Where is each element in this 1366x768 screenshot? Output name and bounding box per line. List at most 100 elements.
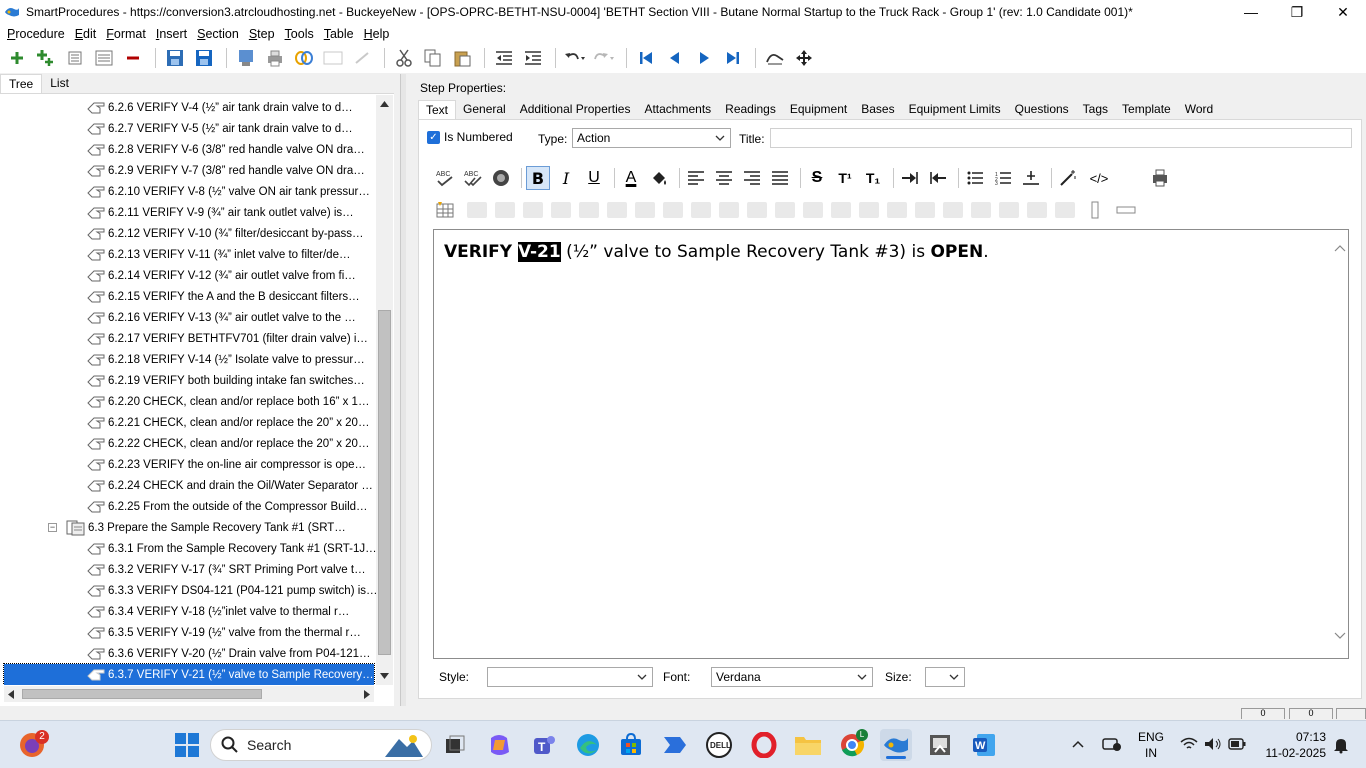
tab-attachments[interactable]: Attachments xyxy=(637,100,718,120)
tab-tags[interactable]: Tags xyxy=(1076,100,1115,120)
language-indicator[interactable]: ENG IN xyxy=(1134,729,1168,761)
tree-item[interactable]: 6.2.13 VERIFY V-11 (¾” inlet valve to fi… xyxy=(86,244,376,265)
save-icon[interactable] xyxy=(191,45,217,71)
tree-item[interactable]: 6.3.3 VERIFY DS04-121 (P04-121 pump swit… xyxy=(86,580,376,601)
horizontal-rule-icon[interactable] xyxy=(1019,166,1043,190)
menu-format[interactable]: Format xyxy=(101,27,151,41)
indent-icon[interactable] xyxy=(520,45,546,71)
minimize-button[interactable]: — xyxy=(1228,0,1274,24)
copilot-icon[interactable] xyxy=(484,729,516,761)
paste-icon[interactable] xyxy=(449,45,475,71)
type-select[interactable]: Action xyxy=(572,128,731,148)
dell-icon[interactable]: DELL xyxy=(703,729,735,761)
is-numbered-checkbox[interactable]: ✓ Is Numbered xyxy=(427,130,513,144)
scrollbar-thumb[interactable] xyxy=(378,310,391,655)
menu-tools[interactable]: Tools xyxy=(280,27,319,41)
smartprocedures-taskbar-icon[interactable] xyxy=(880,729,912,761)
tree-item[interactable]: 6.3.4 VERIFY V-18 (½”inlet valve to ther… xyxy=(86,601,376,622)
tree-item[interactable]: 6.2.25 From the outside of the Compresso… xyxy=(86,496,376,517)
editor-scrollbar[interactable] xyxy=(1334,240,1346,646)
numbered-list-icon[interactable]: 123 xyxy=(991,166,1015,190)
publish-icon[interactable] xyxy=(233,45,259,71)
tab-list[interactable]: List xyxy=(42,74,77,93)
tree-item[interactable]: 6.2.21 CHECK, clean and/or replace the 2… xyxy=(86,412,376,433)
tree-horizontal-scrollbar[interactable] xyxy=(4,686,374,702)
tree-item[interactable]: 6.2.22 CHECK, clean and/or replace the 2… xyxy=(86,433,376,454)
battery-icon[interactable] xyxy=(1228,738,1246,750)
menu-procedure[interactable]: Procedure xyxy=(2,27,70,41)
align-right-icon[interactable] xyxy=(740,166,764,190)
next-step-icon[interactable] xyxy=(691,45,717,71)
tree-item[interactable]: 6.3.5 VERIFY V-19 (½” valve from the the… xyxy=(86,622,376,643)
delete-icon[interactable] xyxy=(120,45,146,71)
outline-icon[interactable] xyxy=(62,45,88,71)
restore-button[interactable]: ❐ xyxy=(1274,0,1320,24)
print-icon[interactable] xyxy=(262,45,288,71)
system-clock[interactable]: 07:13 11-02-2025 xyxy=(1254,729,1327,761)
checkbox-check-icon[interactable]: ✓ xyxy=(427,130,440,144)
first-step-icon[interactable] xyxy=(633,45,659,71)
wifi-icon[interactable] xyxy=(1180,737,1198,751)
superscript-button[interactable]: T¹ xyxy=(833,166,857,190)
title-input[interactable] xyxy=(770,128,1352,148)
outline-list-icon[interactable] xyxy=(91,45,117,71)
styles-icon[interactable] xyxy=(489,166,513,190)
table-properties-icon[interactable] xyxy=(1111,198,1141,222)
tree-section-item[interactable]: 6.3 Prepare the Sample Recovery Tank #1 … xyxy=(66,517,376,538)
undo-icon[interactable] xyxy=(562,45,588,71)
tab-bases[interactable]: Bases xyxy=(854,100,901,120)
file-explorer-icon[interactable] xyxy=(792,729,824,761)
tree-item[interactable]: 6.2.15 VERIFY the A and the B desiccant … xyxy=(86,286,376,307)
tree-vertical-scrollbar[interactable] xyxy=(376,95,393,685)
scroll-up-icon[interactable] xyxy=(1334,244,1346,252)
tree-item[interactable]: 6.2.23 VERIFY the on-line air compressor… xyxy=(86,454,376,475)
font-color-button[interactable]: A xyxy=(619,166,643,190)
firefox-icon[interactable]: 2 xyxy=(16,729,49,761)
previous-step-icon[interactable] xyxy=(662,45,688,71)
step-text-editor[interactable]: VERIFY V-21 (½” valve to Sample Recovery… xyxy=(433,229,1349,659)
scroll-down-icon[interactable] xyxy=(380,673,389,679)
tab-readings[interactable]: Readings xyxy=(718,100,783,120)
teams-icon[interactable]: T xyxy=(528,729,560,761)
edge-icon[interactable] xyxy=(572,729,604,761)
decrease-indent-icon[interactable] xyxy=(926,166,950,190)
collapse-toggle[interactable]: − xyxy=(48,523,57,532)
tree-item-selected[interactable]: 6.3.7 VERIFY V-21 (½” valve to Sample Re… xyxy=(3,663,375,685)
chrome-icon[interactable]: L xyxy=(836,729,868,761)
tree-item[interactable]: 6.3.1 From the Sample Recovery Tank #1 (… xyxy=(86,538,376,559)
move-icon[interactable] xyxy=(791,45,817,71)
chevron-up-icon[interactable] xyxy=(1072,740,1084,748)
step-text-content[interactable]: VERIFY V-21 (½” valve to Sample Recovery… xyxy=(444,242,989,262)
tab-general[interactable]: General xyxy=(456,100,513,120)
close-button[interactable]: ✕ xyxy=(1320,0,1366,24)
store-icon[interactable] xyxy=(615,729,647,761)
tab-template[interactable]: Template xyxy=(1115,100,1178,120)
outdent-icon[interactable] xyxy=(491,45,517,71)
bold-button[interactable]: B xyxy=(526,166,550,190)
justify-icon[interactable] xyxy=(768,166,792,190)
tab-text[interactable]: Text xyxy=(418,100,457,120)
tab-equipment[interactable]: Equipment xyxy=(783,100,854,120)
tree-item[interactable]: 6.2.6 VERIFY V-4 (½” air tank drain valv… xyxy=(86,97,376,118)
scroll-right-icon[interactable] xyxy=(364,690,370,699)
magic-wand-icon[interactable] xyxy=(1056,166,1080,190)
strikethrough-button[interactable]: S xyxy=(805,166,829,190)
find-icon[interactable] xyxy=(762,45,788,71)
copy-icon[interactable] xyxy=(420,45,446,71)
print-preview-icon[interactable] xyxy=(1148,166,1172,190)
style-select[interactable] xyxy=(487,667,653,687)
menu-edit[interactable]: Edit xyxy=(70,27,102,41)
network-vpn-icon[interactable] xyxy=(1102,736,1122,752)
spellcheck-all-icon[interactable]: ABC xyxy=(461,166,485,190)
task-view-icon[interactable] xyxy=(439,729,471,761)
tree-item[interactable]: 6.2.14 VERIFY V-12 (¾” air outlet valve … xyxy=(86,265,376,286)
font-select[interactable]: Verdana xyxy=(711,667,873,687)
spellcheck-icon[interactable]: ABC xyxy=(433,166,457,190)
tree-item[interactable]: 6.2.18 VERIFY V-14 (½” Isolate valve to … xyxy=(86,349,376,370)
tab-equipment-limits[interactable]: Equipment Limits xyxy=(902,100,1008,120)
start-windows-icon[interactable] xyxy=(171,729,203,761)
tree-item[interactable]: 6.2.16 VERIFY V-13 (¾” air outlet valve … xyxy=(86,307,376,328)
tab-word[interactable]: Word xyxy=(1178,100,1220,120)
power-automate-icon[interactable] xyxy=(659,729,691,761)
menu-insert[interactable]: Insert xyxy=(151,27,192,41)
